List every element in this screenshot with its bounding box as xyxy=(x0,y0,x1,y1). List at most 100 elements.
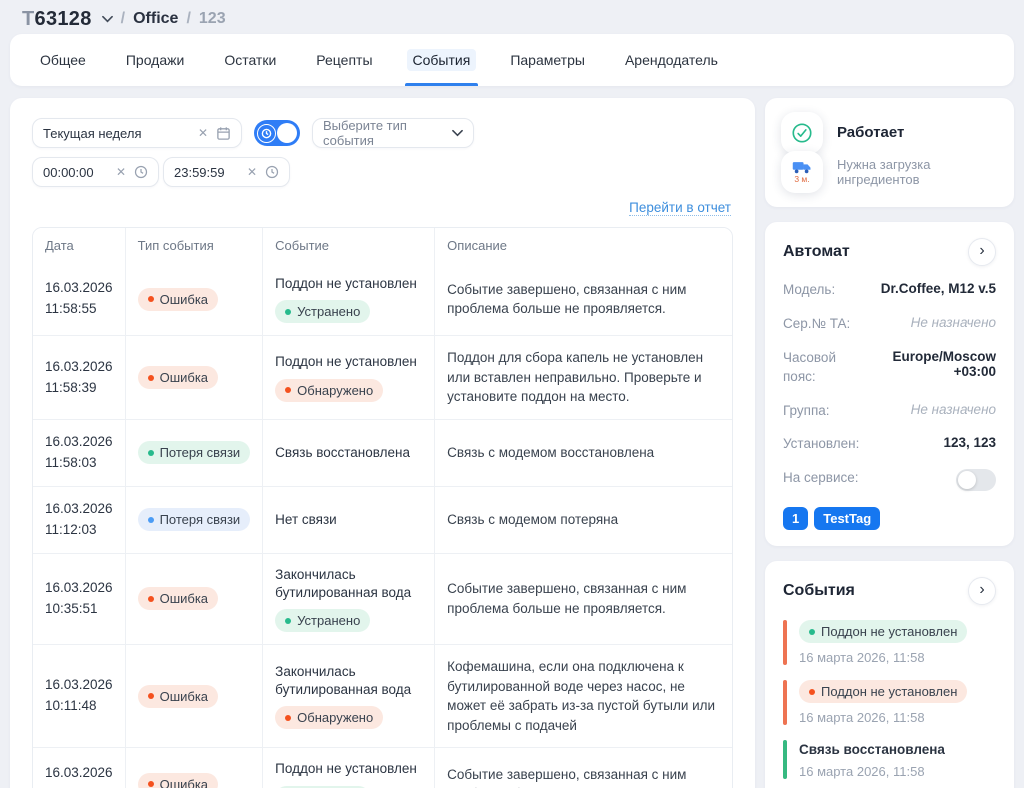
event-status-badge: Устранено xyxy=(275,300,370,323)
events-panel: Текущая неделя ✕ Выберите тип события xyxy=(10,98,755,788)
status-dot-icon xyxy=(148,296,154,302)
recent-event-item: Связь восстановлена 16 марта 2026, 11:58 xyxy=(783,740,996,779)
recent-event-item: Поддон не установлен 16 марта 2026, 11:5… xyxy=(783,620,996,665)
table-row: 16.03.202610:35:51 Ошибка Закончилась бу… xyxy=(33,553,732,644)
event-status-badge: Устранено xyxy=(275,609,370,632)
event-badge: Поддон не установлен xyxy=(799,620,967,643)
tab-label: Общее xyxy=(34,49,92,71)
detail-row-timezone: Часовой пояс: Europe/Moscow +03:00 xyxy=(783,349,996,387)
event-name-cell: Закончилась бутилированная вода Обнаруже… xyxy=(263,645,435,748)
clear-time-to-icon[interactable]: ✕ xyxy=(247,165,257,179)
table-row: 16.03.202610:09:22 Ошибка Поддон не уста… xyxy=(33,748,732,788)
table-row: 16.03.202610:11:48 Ошибка Закончилась бу… xyxy=(33,645,732,748)
event-status-badge: Обнаружено xyxy=(275,379,383,402)
time-to-value: 23:59:59 xyxy=(174,165,239,180)
detail-label: Группа: xyxy=(783,402,830,421)
status-dot-icon xyxy=(285,715,291,721)
tab-label: Арендодатель xyxy=(619,49,724,71)
event-date: 16 марта 2026, 11:58 xyxy=(799,764,925,779)
detail-value: Не назначено xyxy=(911,402,996,417)
detail-label: Установлен: xyxy=(783,435,859,454)
recent-event-item: Поддон не установлен 16 марта 2026, 11:5… xyxy=(783,680,996,725)
event-type-cell: Ошибка xyxy=(125,263,263,336)
tag[interactable]: TestTag xyxy=(814,507,880,530)
status-dot-icon xyxy=(148,781,154,787)
period-value: Текущая неделя xyxy=(43,126,190,141)
time-filter-toggle[interactable] xyxy=(254,120,300,146)
delivery-truck-icon: 3 м. xyxy=(781,151,823,193)
detail-value: 123, 123 xyxy=(943,435,996,450)
event-name-cell: Поддон не установлен Устранено xyxy=(263,263,435,336)
calendar-icon[interactable] xyxy=(216,126,231,141)
events-card-expand-button[interactable]: › xyxy=(968,577,996,605)
event-type-badge: Ошибка xyxy=(138,587,218,610)
detail-row-model: Модель: Dr.Coffee, M12 v.5 xyxy=(783,281,996,300)
event-type-cell: Ошибка xyxy=(125,645,263,748)
status-dot-icon xyxy=(148,375,154,381)
clear-period-icon[interactable]: ✕ xyxy=(198,126,208,140)
tab-bar: Общее Продажи Остатки Рецепты События Па… xyxy=(10,34,1014,86)
check-circle-icon xyxy=(781,112,823,154)
toggle-knob xyxy=(958,471,976,489)
column-header-type: Тип события xyxy=(125,228,263,263)
machine-card-title: Автомат xyxy=(783,243,850,261)
go-to-report-link[interactable]: Перейти в отчет xyxy=(629,200,731,216)
table-row: 16.03.202611:58:39 Ошибка Поддон не уста… xyxy=(33,336,732,420)
detail-row-service: На сервисе: xyxy=(783,469,996,491)
event-type-cell: Потеря связи xyxy=(125,486,263,553)
truck-caption: 3 м. xyxy=(794,174,809,184)
detail-value: Europe/Moscow +03:00 xyxy=(863,349,996,379)
clear-time-from-icon[interactable]: ✕ xyxy=(116,165,126,179)
tab-Общее[interactable]: Общее xyxy=(20,34,106,86)
event-severity-bar xyxy=(783,680,787,725)
event-name: Связь восстановлена xyxy=(799,740,945,757)
machine-card-expand-button[interactable]: › xyxy=(968,238,996,266)
machine-prefix: Т xyxy=(22,8,35,30)
event-type-badge: Потеря связи xyxy=(138,441,251,464)
clock-icon[interactable] xyxy=(134,165,148,179)
tab-Продажи[interactable]: Продажи xyxy=(106,34,204,86)
table-row: 16.03.202611:58:03 Потеря связи Связь во… xyxy=(33,419,732,486)
event-description-cell: Связь с модемом восстановлена xyxy=(435,419,732,486)
event-name-cell: Поддон не установлен Обнаружено xyxy=(263,336,435,420)
event-status-badge: Обнаружено xyxy=(275,706,383,729)
period-input[interactable]: Текущая неделя ✕ xyxy=(32,118,242,148)
status-dot-icon xyxy=(809,629,815,635)
event-date-cell: 16.03.202610:35:51 xyxy=(33,553,125,644)
tab-События[interactable]: События xyxy=(393,34,491,86)
status-dot-icon xyxy=(285,387,291,393)
event-description-cell: Событие завершено, связанная с ним пробл… xyxy=(435,748,732,788)
event-severity-bar xyxy=(783,740,787,779)
tab-label: События xyxy=(407,49,477,71)
tab-label: Остатки xyxy=(218,49,282,71)
chevron-down-icon xyxy=(452,129,463,137)
event-type-select[interactable]: Выберите тип события xyxy=(312,118,474,148)
detail-label: Модель: xyxy=(783,281,835,300)
event-type-cell: Ошибка xyxy=(125,748,263,788)
tab-Остатки[interactable]: Остатки xyxy=(204,34,296,86)
detail-row-group: Группа: Не назначено xyxy=(783,402,996,421)
time-to-input[interactable]: 23:59:59 ✕ xyxy=(163,157,290,187)
breadcrumb-location[interactable]: Office xyxy=(133,10,178,28)
tab-label: Продажи xyxy=(120,49,190,71)
tab-Арендодатель[interactable]: Арендодатель xyxy=(605,34,738,86)
event-description-cell: Событие завершено, связанная с ним пробл… xyxy=(435,553,732,644)
event-name-cell: Связь восстановлена xyxy=(263,419,435,486)
breadcrumb: Т63128 / Office / 123 xyxy=(10,0,1014,34)
machine-selector[interactable]: Т63128 xyxy=(22,8,92,31)
on-service-toggle[interactable] xyxy=(956,469,996,491)
chevron-down-icon[interactable] xyxy=(102,15,113,23)
event-type-badge: Ошибка xyxy=(138,685,218,708)
table-row: 16.03.202611:58:55 Ошибка Поддон не уста… xyxy=(33,263,732,336)
tab-Параметры[interactable]: Параметры xyxy=(490,34,605,86)
filter-row-period: Текущая неделя ✕ Выберите тип события xyxy=(32,118,733,148)
event-date: 16 марта 2026, 11:58 xyxy=(799,650,925,665)
event-type-badge: Ошибка xyxy=(138,288,218,311)
breadcrumb-separator: / xyxy=(121,10,125,28)
tag[interactable]: 1 xyxy=(783,507,808,530)
tab-Рецепты[interactable]: Рецепты xyxy=(296,34,392,86)
machine-number: 63128 xyxy=(35,8,92,30)
event-description-cell: Событие завершено, связанная с ним пробл… xyxy=(435,263,732,336)
clock-icon[interactable] xyxy=(265,165,279,179)
time-from-input[interactable]: 00:00:00 ✕ xyxy=(32,157,159,187)
